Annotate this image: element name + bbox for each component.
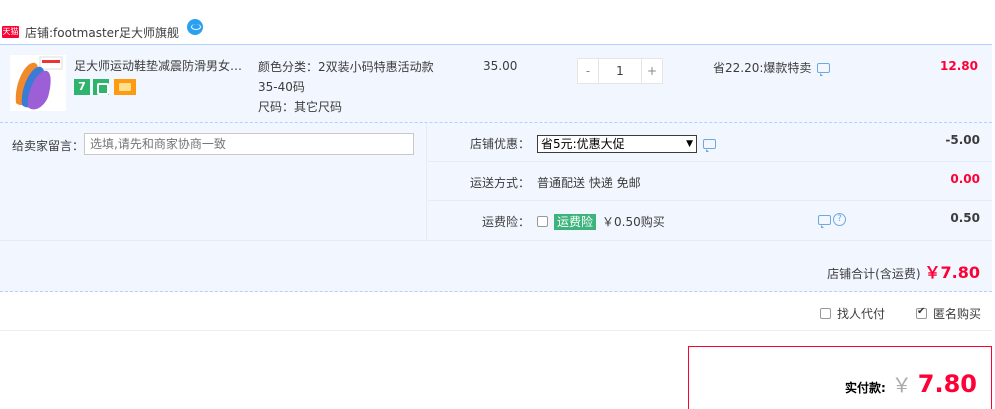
anonymous-label: 匿名购买 — [933, 307, 982, 321]
shipping-label: 运送方式： — [470, 176, 531, 190]
sku-info: 颜色分类：2双装小码特惠活动款 35-40码 尺码：其它尺码 — [258, 57, 458, 117]
qty-minus-button[interactable]: - — [577, 58, 599, 84]
pay-label: 实付款: — [844, 381, 886, 395]
pay-amount: 7.80 — [917, 370, 977, 398]
order-confirm: 天猫 店铺: footmaster足大师旗舰 足大师运动鞋垫减震防滑男女防… 7… — [0, 0, 995, 409]
discount-row: 店铺优惠： 省5元:优惠大促 -5.00 — [428, 123, 992, 162]
quantity-stepper: - + — [577, 58, 663, 84]
insurance-amount: 0.50 — [950, 211, 980, 225]
final-pay-box: 实付款: ￥ 7.80 — [688, 346, 992, 409]
promo-text: 省22.20:爆款特卖 — [713, 61, 812, 75]
comment-bubble-icon[interactable] — [703, 139, 716, 152]
pay-currency: ￥ — [891, 373, 912, 397]
anonymous-option[interactable]: 匿名购买 — [916, 305, 981, 322]
shop-total: 店铺合计(含运费) ￥7.80 — [0, 240, 992, 292]
service-options: 找人代付 匿名购买 — [0, 293, 992, 331]
proxy-pay-option[interactable]: 找人代付 — [820, 305, 885, 322]
shipping-amount: 0.00 — [950, 172, 980, 186]
item-row: 足大师运动鞋垫减震防滑男女防… 7 颜色分类：2双装小码特惠活动款 35-40码… — [0, 44, 992, 122]
proxy-pay-label: 找人代付 — [837, 307, 886, 321]
shop-total-inner: 店铺合计(含运费) ￥7.80 — [827, 259, 980, 283]
insurance-value: 运费险 ￥0.50购买 — [537, 213, 665, 230]
insurance-label: 运费险： — [482, 215, 531, 229]
shop-total-amount: ￥7.80 — [924, 263, 980, 282]
discount-label: 店铺优惠： — [470, 137, 531, 151]
product-thumbnail[interactable] — [10, 55, 66, 111]
qty-plus-button[interactable]: + — [641, 58, 663, 84]
discount-amount: -5.00 — [945, 133, 980, 147]
help-icon[interactable]: ? — [833, 213, 846, 226]
seven-day-return-icon: 7 — [74, 79, 90, 95]
shipping-value-wrap: 普通配送 快递 免邮 — [537, 174, 641, 191]
insurance-row: 运费险： 运费险 ￥0.50购买 ? 0.50 — [428, 201, 992, 240]
sku-size: 尺码：其它尺码 — [258, 100, 343, 114]
insurance-price: ￥0.50购买 — [602, 215, 665, 229]
sku-color: 颜色分类：2双装小码特惠活动款 — [258, 60, 434, 74]
order-options: 给卖家留言： 店铺优惠： 省5元:优惠大促 -5.00 运送方式： 普通配送 快… — [0, 122, 992, 241]
guarantee-icon — [93, 79, 109, 95]
shipping-value: 普通配送 快递 免邮 — [537, 176, 641, 190]
discount-select[interactable]: 省5元:优惠大促 — [537, 135, 697, 153]
qty-input[interactable] — [599, 58, 641, 84]
memo-area: 给卖家留言： — [0, 123, 427, 241]
insurance-checkbox[interactable] — [537, 216, 548, 227]
comment-bubble-icon[interactable] — [818, 214, 831, 228]
credit-card-icon — [114, 79, 136, 95]
shipping-row: 运送方式： 普通配送 快递 免邮 0.00 — [428, 162, 992, 201]
service-icons: 7 — [74, 79, 136, 95]
shop-header: 天猫 店铺: footmaster足大师旗舰 — [0, 19, 400, 44]
item-promo: 省22.20:爆款特卖 — [713, 59, 831, 76]
insurance-help: ? — [818, 213, 846, 228]
memo-label: 给卖家留言： — [12, 139, 85, 153]
memo-input[interactable] — [84, 133, 414, 155]
comment-bubble-icon[interactable] — [817, 62, 831, 76]
item-subtotal: 12.80 — [940, 59, 978, 73]
shop-label: 店铺: — [25, 25, 54, 40]
insole-image-icon — [10, 55, 66, 111]
anonymous-checkbox[interactable] — [916, 306, 927, 319]
discount-value: 省5元:优惠大促 — [537, 135, 716, 153]
proxy-pay-checkbox[interactable] — [820, 308, 831, 319]
shop-name-link[interactable]: footmaster足大师旗舰 — [53, 24, 179, 41]
discount-selected: 省5元:优惠大促 — [541, 137, 625, 151]
wangwang-chat-icon[interactable] — [186, 19, 203, 35]
sku-color-cont: 35-40码 — [258, 80, 305, 94]
pay-inner: 实付款: ￥ 7.80 — [845, 369, 977, 398]
shop-total-label: 店铺合计(含运费) — [827, 267, 921, 281]
item-title-link[interactable]: 足大师运动鞋垫减震防滑男女防… — [74, 57, 252, 74]
tmall-badge-icon: 天猫 — [2, 26, 19, 38]
unit-price: 35.00 — [483, 59, 518, 73]
insurance-tag: 运费险 — [554, 213, 597, 230]
